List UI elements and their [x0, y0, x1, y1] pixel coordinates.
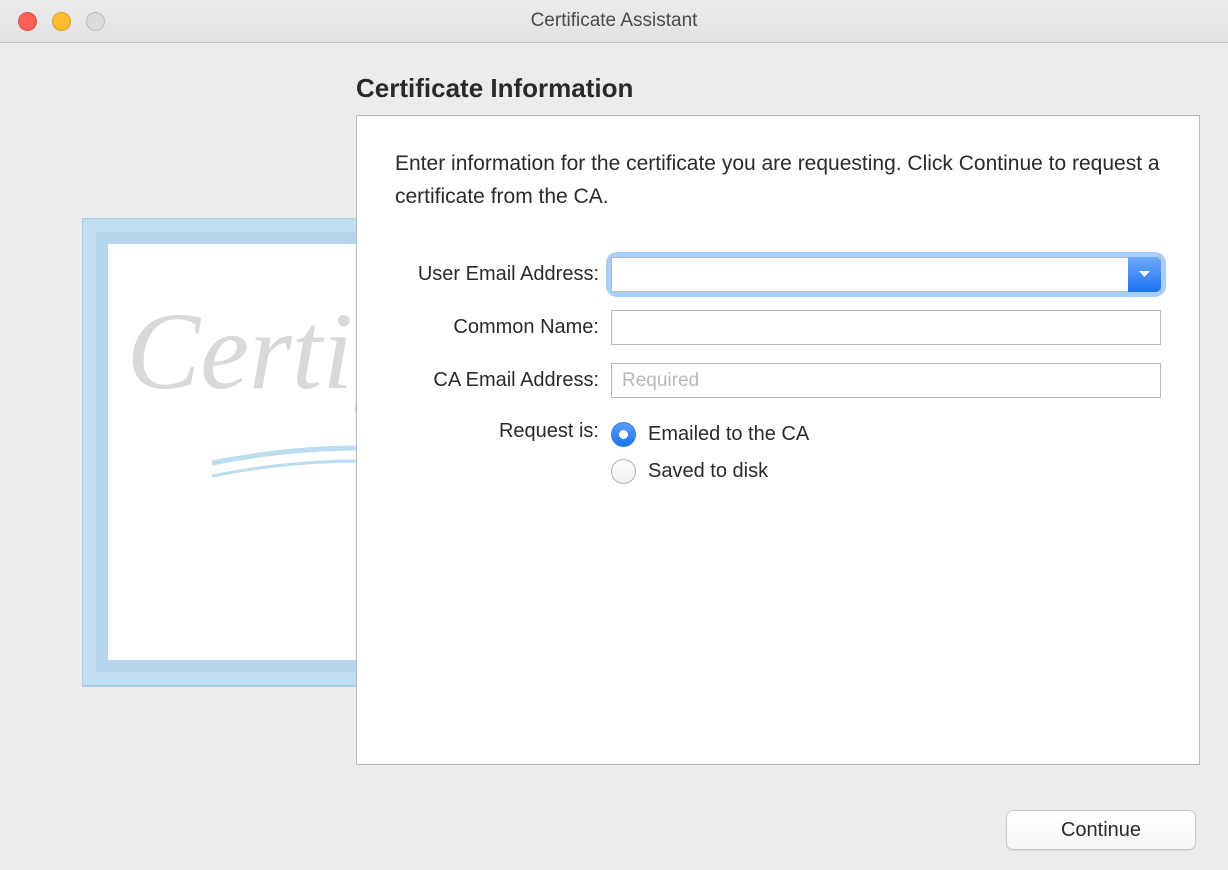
close-window-button[interactable]	[18, 12, 37, 31]
content-area: Certificate Certificate Information Ente…	[0, 43, 1228, 870]
main-panel: Enter information for the certificate yo…	[356, 115, 1200, 765]
radio-button-icon	[611, 422, 636, 447]
request-is-row: Request is: Emailed to the CA Saved to d…	[395, 416, 1161, 496]
user-email-label: User Email Address:	[395, 263, 611, 286]
radio-saved-to-disk[interactable]: Saved to disk	[611, 459, 1161, 484]
chevron-down-icon[interactable]	[1128, 257, 1161, 292]
continue-button[interactable]: Continue	[1006, 810, 1196, 850]
instructions-text: Enter information for the certificate yo…	[395, 148, 1161, 213]
common-name-label: Common Name:	[395, 316, 611, 339]
titlebar: Certificate Assistant	[0, 0, 1228, 43]
footer: Continue	[1006, 810, 1196, 850]
ca-email-row: CA Email Address:	[395, 363, 1161, 398]
radio-button-icon	[611, 459, 636, 484]
common-name-input[interactable]	[611, 310, 1161, 345]
request-is-label: Request is:	[395, 416, 611, 443]
common-name-row: Common Name:	[395, 310, 1161, 345]
minimize-window-button[interactable]	[52, 12, 71, 31]
radio-emailed-to-ca[interactable]: Emailed to the CA	[611, 422, 1161, 447]
ca-email-label: CA Email Address:	[395, 369, 611, 392]
window-title: Certificate Assistant	[531, 10, 698, 32]
zoom-window-button	[86, 12, 105, 31]
user-email-input[interactable]	[611, 257, 1161, 292]
traffic-lights	[0, 12, 105, 31]
radio-label: Emailed to the CA	[648, 423, 809, 446]
user-email-row: User Email Address:	[395, 257, 1161, 292]
ca-email-input[interactable]	[611, 363, 1161, 398]
page-heading: Certificate Information	[356, 73, 1200, 104]
radio-label: Saved to disk	[648, 460, 768, 483]
user-email-combobox[interactable]	[611, 257, 1161, 292]
request-is-radio-group: Emailed to the CA Saved to disk	[611, 416, 1161, 496]
